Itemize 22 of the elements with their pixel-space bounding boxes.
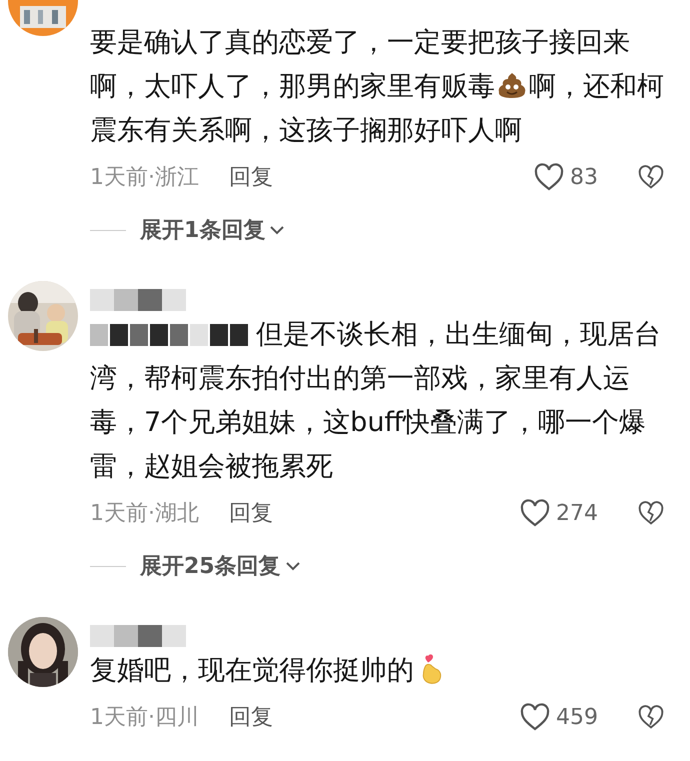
heart-icon[interactable] <box>520 703 550 731</box>
chevron-down-icon <box>269 225 286 235</box>
expand-replies-button[interactable]: 展开1条回复 <box>140 215 286 245</box>
comment-text: 但是不谈长相，出生缅甸，现居台湾，帮柯震东拍付出的第一部戏，家里有人运毒，7个兄弟姐妹，这buff快叠满了，哪一个爆雷，赵姐会被拖累死 <box>90 313 664 489</box>
chevron-down-icon <box>284 561 301 571</box>
like-count: 459 <box>556 704 598 730</box>
comment-time-location: 1天前·湖北 <box>90 500 199 528</box>
heart-icon[interactable] <box>520 499 550 527</box>
like-count: 83 <box>570 164 598 190</box>
reply-button[interactable]: 回复 <box>229 498 273 528</box>
comment-time-location: 1天前·四川 <box>90 704 199 732</box>
comment-text: 要是确认了真的恋爱了，一定要把孩子接回来啊，太吓人了，那男的家里有贩毒 啊，还和柯震东有关系啊，这孩子搁那好吓人啊 <box>90 26 664 148</box>
broken-heart-icon[interactable] <box>638 500 664 526</box>
reply-button[interactable]: 回复 <box>229 162 273 192</box>
broken-heart-icon[interactable] <box>638 704 664 730</box>
broken-heart-icon[interactable] <box>638 164 664 190</box>
expand-replies-button[interactable]: 展开25条回复 <box>140 551 301 581</box>
comment-text: 复婚吧，现在觉得你挺帅的 <box>90 649 664 693</box>
comment-time-location: 1天前·浙江 <box>90 164 199 192</box>
reply-button[interactable]: 回复 <box>229 702 273 732</box>
heart-icon[interactable] <box>534 163 564 191</box>
like-count: 274 <box>556 500 598 526</box>
